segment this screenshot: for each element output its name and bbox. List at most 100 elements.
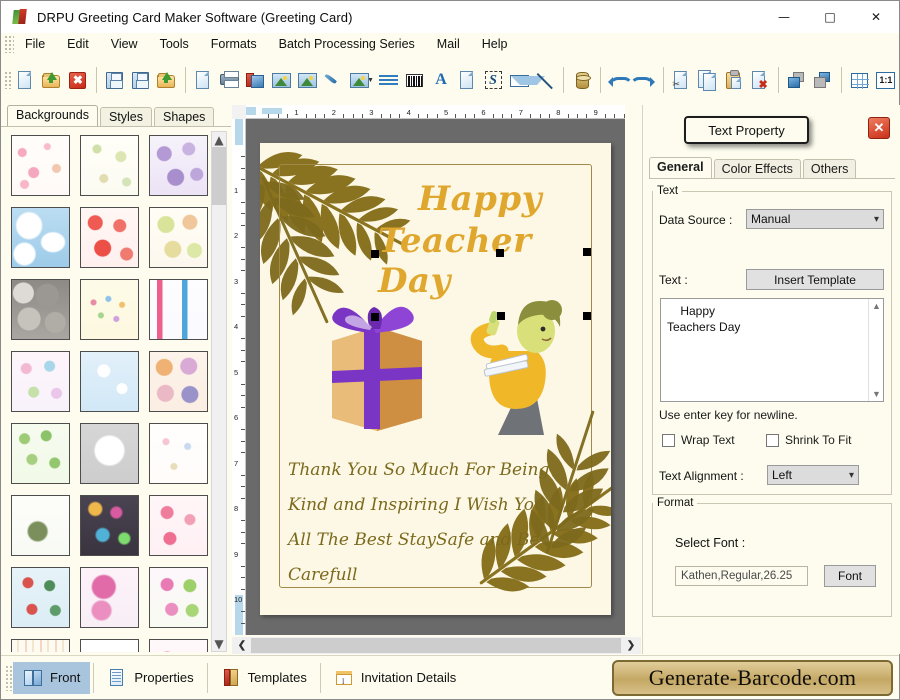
thumbnail-blue-sky-clouds[interactable] [11,207,70,268]
thumbnail-cream-confetti-dots[interactable] [80,279,139,340]
text-input-scrollbar[interactable]: ▲ ▼ [868,299,883,401]
teacher-woman-illustration[interactable] [458,285,573,435]
selection-handle[interactable] [497,312,505,320]
cut-button[interactable]: ✂ [670,65,694,95]
menu-help[interactable]: Help [471,35,519,53]
tab-general[interactable]: General [649,157,712,179]
menu-formats[interactable]: Formats [200,35,268,53]
thumbnail-pink-butterfly-floral[interactable] [149,639,208,652]
thumbnail-blue-snowflakes[interactable] [80,351,139,412]
bottom-button-properties[interactable]: Properties [97,662,203,694]
thumbnail-santa-winter-pattern[interactable] [11,567,70,628]
selection-handle[interactable] [583,312,591,320]
thumbnail-purple-floral-burst[interactable] [149,135,208,196]
thumbnail-pastel-flower-mix[interactable] [11,351,70,412]
selection-handle[interactable] [371,313,379,321]
text-page-button[interactable] [455,65,479,95]
signature-button[interactable]: S [481,65,505,95]
card-stage[interactable]: Happy Teacher Day Thank You So Much For … [246,119,625,635]
close-document-button[interactable]: ✖ [66,65,90,95]
greeting-card[interactable]: Happy Teacher Day Thank You So Much For … [260,143,611,615]
bottom-bar-grip[interactable] [5,664,13,691]
card-heading-line-1[interactable]: Happy [418,179,542,219]
mail-button[interactable] [507,65,545,95]
scroll-up-arrow-icon[interactable]: ▲ [872,301,881,311]
tab-color-effects[interactable]: Color Effects [713,159,801,179]
menu-view[interactable]: View [100,35,149,53]
insert-template-button[interactable]: Insert Template [746,269,884,290]
bring-to-front-button[interactable] [785,65,809,95]
undo-button[interactable] [607,65,634,95]
menu-file[interactable]: File [14,35,56,53]
wrap-text-checkbox[interactable] [662,433,675,447]
selection-handle[interactable] [371,250,379,258]
thumbnail-pink-green-blossom[interactable] [149,567,208,628]
thumbnail-baby-pink-doodles[interactable] [11,135,70,196]
card-message[interactable]: Thank You So Much For Being Kind and Ins… [288,453,588,593]
shrink-to-fit-checkbox[interactable] [766,433,779,447]
close-button[interactable]: ✕ [853,1,899,33]
shrink-to-fit-checkbox-row[interactable]: Shrink To Fit [766,433,851,447]
tab-others[interactable]: Others [802,159,857,179]
scroll-left-arrow-icon[interactable]: ❮ [234,638,250,653]
save-button[interactable] [103,65,127,95]
redo-button[interactable] [633,65,657,95]
text-button[interactable]: A [429,65,453,95]
scroll-down-arrow-icon[interactable]: ▼ [872,389,881,399]
selection-handle[interactable] [496,249,504,257]
card-properties-button[interactable] [244,65,268,95]
panel-close-button[interactable]: ✕ [868,117,890,139]
tab-shapes[interactable]: Shapes [154,107,215,127]
thumbnail-grey-stone-pebbles[interactable] [11,279,70,340]
thumbnail-green-pastel-doodles[interactable] [80,135,139,196]
minimize-button[interactable]: — [761,1,807,33]
page-setup-button[interactable] [192,65,216,95]
thumbnail-yellow-green-fruit[interactable] [149,207,208,268]
watermark-button[interactable] [377,65,401,95]
save-as-button[interactable] [129,65,153,95]
data-source-select[interactable]: Manual ▾ [746,209,884,229]
thumbnail-pink-pompom-floral[interactable] [80,567,139,628]
scrollbar-thumb[interactable] [212,147,226,205]
font-value-field[interactable]: Kathen,Regular,26.25 [675,566,808,586]
thumbnail-orange-circle-medallions[interactable] [149,351,208,412]
wrap-text-checkbox-row[interactable]: Wrap Text [662,433,735,447]
bottom-button-invitation-details[interactable]: I Invitation Details [324,662,466,694]
thumbnail-dark-bokeh-lights[interactable] [80,495,139,556]
maximize-button[interactable]: □ [807,1,853,33]
text-alignment-select[interactable]: Left ▾ [767,465,859,485]
print-button[interactable] [218,65,242,95]
thumbnail-gift-boxes-pattern[interactable] [149,279,208,340]
insert-image-button[interactable] [296,65,320,95]
new-document-button[interactable] [14,65,38,95]
paste-button[interactable] [722,65,746,95]
open-button[interactable] [40,65,64,95]
tab-styles[interactable]: Styles [99,107,153,127]
menu-mail[interactable]: Mail [426,35,471,53]
copy-button[interactable] [696,65,720,95]
grid-button[interactable] [848,65,872,95]
brand-banner[interactable]: Generate-Barcode.com [612,660,893,696]
bottom-button-templates[interactable]: Templates [211,662,317,694]
thumbnail-green-pine-trees[interactable] [11,423,70,484]
scroll-up-arrow-icon[interactable]: ▲ [212,132,226,147]
menu-batch-processing-series[interactable]: Batch Processing Series [268,35,426,53]
menu-tools[interactable]: Tools [149,35,200,53]
database-button[interactable] [570,65,594,95]
zoom-one-to-one-button[interactable]: 1:1 [874,65,898,95]
pen-button[interactable] [322,65,346,95]
background-button[interactable] [270,65,294,95]
thumbnail-pink-hearts-pattern[interactable] [149,495,208,556]
thumbnail-white-green-bow[interactable] [11,495,70,556]
scroll-down-arrow-icon[interactable]: ▼ [212,636,226,651]
horizontal-scrollbar-thumb[interactable] [251,638,621,653]
bottom-button-front[interactable]: Front [13,661,91,694]
tab-backgrounds[interactable]: Backgrounds [7,105,98,127]
thumbnail-white-heart-wreath[interactable] [80,423,139,484]
import-button[interactable] [155,65,179,95]
thumbnail-cream-stripes[interactable] [11,639,70,652]
toolbar-drag-grip[interactable] [4,71,13,89]
scroll-right-arrow-icon[interactable]: ❯ [623,638,639,653]
thumbnail-teddy-bear-white[interactable] [80,639,139,652]
delete-button[interactable]: ✖ [748,65,772,95]
